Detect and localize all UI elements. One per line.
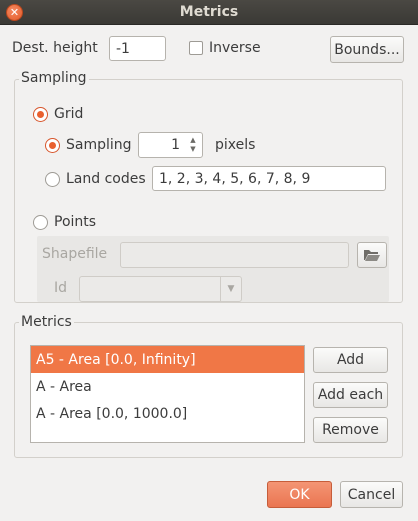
add-button[interactable]: Add xyxy=(313,347,388,373)
metrics-group-title: Metrics xyxy=(19,314,74,330)
metrics-list-item[interactable]: A - Area xyxy=(31,373,304,400)
dest-height-label: Dest. height xyxy=(12,40,98,56)
land-codes-label: Land codes xyxy=(66,171,146,187)
points-label: Points xyxy=(54,214,97,230)
metrics-list-item[interactable]: A - Area [0.0, 1000.0] xyxy=(31,400,304,427)
land-codes-input[interactable]: 1, 2, 3, 4, 5, 6, 7, 8, 9 xyxy=(152,166,386,191)
grid-radio[interactable] xyxy=(33,107,48,122)
window-title: Metrics xyxy=(179,4,239,20)
shapefile-input[interactable] xyxy=(120,242,349,268)
remove-button[interactable]: Remove xyxy=(313,417,388,443)
ok-button[interactable]: OK xyxy=(267,481,332,508)
bounds-button[interactable]: Bounds... xyxy=(330,36,404,63)
metrics-list-item[interactable]: A5 - Area [0.0, Infinity] xyxy=(31,346,304,373)
pixels-label: pixels xyxy=(215,137,256,153)
browse-shapefile-button[interactable] xyxy=(357,242,387,268)
title-bar: ✕ Metrics xyxy=(0,0,418,25)
dest-height-input[interactable]: -1 xyxy=(109,36,166,61)
add-each-button[interactable]: Add each xyxy=(313,382,388,408)
inverse-checkbox[interactable] xyxy=(189,41,203,55)
chevron-down-icon[interactable]: ▼ xyxy=(220,277,241,301)
inverse-label: Inverse xyxy=(209,40,261,56)
metrics-list[interactable]: A5 - Area [0.0, Infinity] A - Area A - A… xyxy=(30,345,305,443)
sampling-group-title: Sampling xyxy=(19,70,89,86)
grid-label: Grid xyxy=(54,106,84,122)
sampling-radio[interactable] xyxy=(45,138,60,153)
spin-arrows-icon[interactable]: ▲ ▼ xyxy=(186,133,200,157)
sampling-label: Sampling xyxy=(66,137,132,153)
folder-open-icon xyxy=(364,250,380,261)
cancel-button[interactable]: Cancel xyxy=(340,481,403,508)
shapefile-label: Shapefile xyxy=(42,246,108,262)
land-codes-radio[interactable] xyxy=(45,172,60,187)
points-radio[interactable] xyxy=(33,215,48,230)
id-select[interactable] xyxy=(79,276,242,302)
id-label: Id xyxy=(54,280,68,296)
